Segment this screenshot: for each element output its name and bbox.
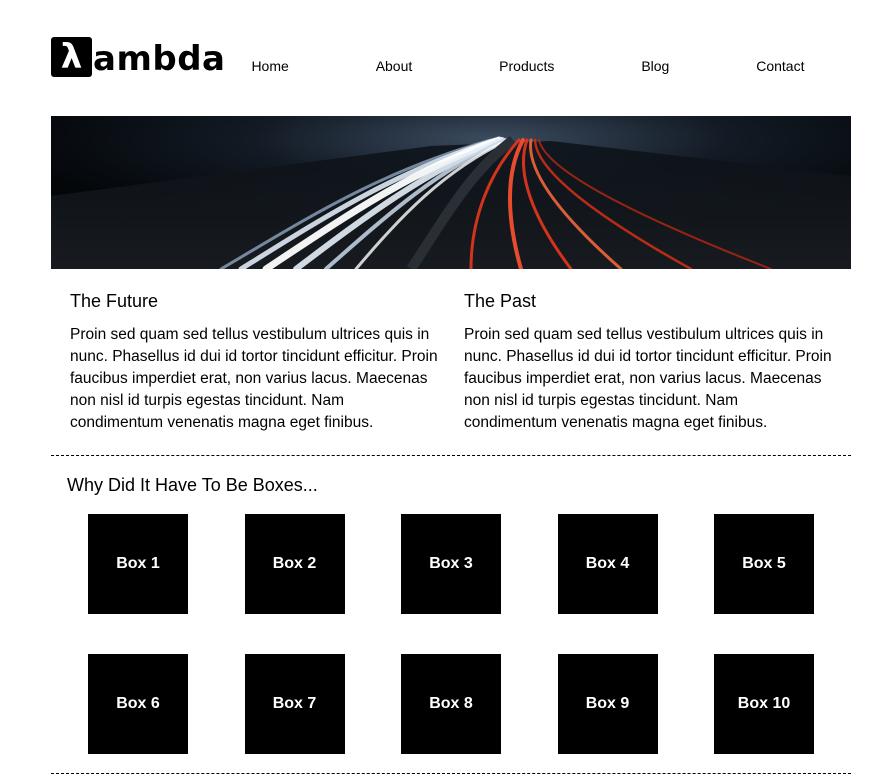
nav-item-home: Home: [251, 58, 288, 76]
logo-text: ambda: [93, 39, 226, 79]
nav-link-products[interactable]: Products: [499, 58, 554, 74]
nav-item-contact: Contact: [756, 58, 804, 76]
highway-light-trails-image: [51, 116, 851, 269]
box-10: Box 10: [714, 654, 814, 754]
box-7: Box 7: [244, 654, 345, 754]
nav-link-contact[interactable]: Contact: [756, 58, 804, 74]
nav-item-blog: Blog: [641, 58, 669, 76]
divider-top: [51, 455, 851, 456]
nav-item-products: Products: [499, 58, 554, 76]
main-nav: Home About Products Blog Contact: [208, 58, 848, 76]
box-1: Box 1: [88, 514, 188, 614]
divider-bottom: [51, 773, 851, 774]
article-past: The Past Proin sed quam sed tellus vesti…: [464, 290, 834, 434]
hero-image: [51, 116, 851, 269]
page: λ ambda Home About Products Blog Contact: [0, 0, 888, 784]
box-5: Box 5: [714, 514, 814, 614]
article-past-body: Proin sed quam sed tellus vestibulum ult…: [464, 326, 832, 431]
article-future-title: The Future: [70, 291, 159, 311]
box-4: Box 4: [557, 514, 658, 614]
article-past-title: The Past: [464, 291, 537, 311]
article-future: The Future Proin sed quam sed tellus ves…: [70, 290, 440, 434]
lambda-icon: λ: [51, 37, 92, 77]
boxes-grid: Box 1 Box 2 Box 3 Box 4 Box 5 Box 6 Box …: [88, 514, 814, 754]
nav-item-about: About: [376, 58, 413, 76]
nav-link-about[interactable]: About: [376, 58, 413, 74]
boxes-section-title: Why Did It Have To Be Boxes...: [67, 475, 318, 495]
box-3: Box 3: [401, 514, 501, 614]
box-8: Box 8: [401, 654, 501, 754]
box-9: Box 9: [557, 654, 658, 754]
nav-link-home[interactable]: Home: [251, 58, 288, 74]
box-2: Box 2: [244, 514, 345, 614]
lambda-logo[interactable]: λ ambda: [51, 36, 226, 77]
nav-link-blog[interactable]: Blog: [641, 58, 669, 74]
box-6: Box 6: [88, 654, 188, 754]
article-future-body: Proin sed quam sed tellus vestibulum ult…: [70, 326, 438, 431]
